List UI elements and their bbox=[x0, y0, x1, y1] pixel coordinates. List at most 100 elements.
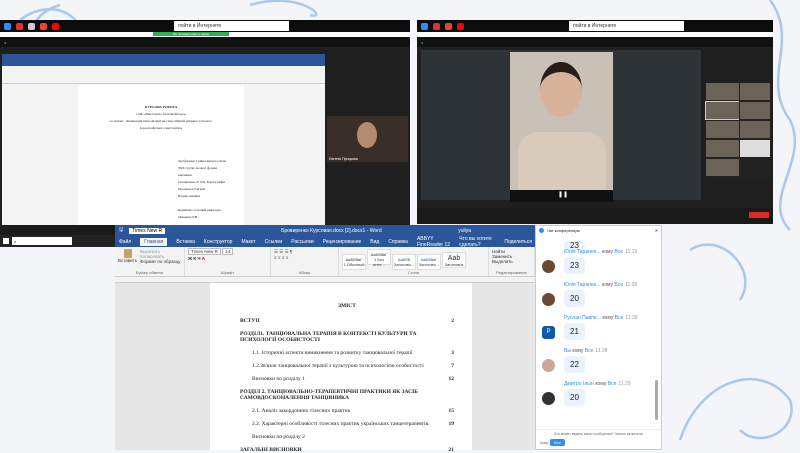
toc-entry[interactable]: 2.2. Характерні особливості тілесних пра… bbox=[240, 421, 454, 427]
paste-button[interactable]: Вставить bbox=[118, 249, 137, 264]
close-icon[interactable]: ✕ bbox=[655, 228, 658, 233]
gmail-icon bbox=[40, 22, 47, 30]
chat-bubble: 22 bbox=[564, 356, 585, 373]
toc-entry-title: 1.1. Історичні аспекти виникнення та роз… bbox=[252, 350, 413, 356]
zoom-icon bbox=[539, 228, 544, 233]
avatar: P bbox=[542, 326, 555, 339]
toc-entry[interactable]: Висновки по розділу 1 12 bbox=[240, 376, 454, 382]
format-painter-button[interactable]: Формат по образцу bbox=[140, 259, 180, 264]
chat-message: Дмитро Ільїн кому Все 11:29 20 bbox=[536, 379, 661, 412]
sender-name[interactable]: Юлія Таранен... bbox=[564, 249, 601, 255]
toc-page-number: 21 bbox=[448, 447, 455, 453]
message-time: 11:19 bbox=[625, 249, 638, 255]
share-banner: Вы просматриваете экран bbox=[153, 32, 230, 36]
toc-entry[interactable]: 2.1. Аналіз закордонних тілесних практик… bbox=[240, 408, 454, 414]
tab-layout[interactable]: Макет bbox=[241, 239, 255, 245]
toc-entry[interactable]: 1.1. Історичні аспекти виникнення та роз… bbox=[240, 350, 454, 356]
sender-name[interactable]: Руслан Павле... bbox=[564, 315, 601, 321]
font-select[interactable]: Times New R bbox=[188, 248, 221, 255]
search-input[interactable]: пойти в Интернете bbox=[569, 21, 684, 31]
avatar bbox=[542, 293, 555, 306]
toc-entry-title: ВСТУП bbox=[240, 318, 260, 324]
chat-bubble: 23 bbox=[564, 257, 585, 274]
editing-group: Найти Заменить Выделить Редактирование bbox=[489, 247, 535, 276]
avatar bbox=[542, 392, 555, 405]
word-window: 🖫 Times New R Бровиренко Курсовая.docx [… bbox=[115, 225, 535, 453]
message-time: 11:28 bbox=[625, 315, 638, 321]
share-button[interactable]: Поделиться bbox=[504, 239, 532, 245]
document-page[interactable]: ЗМІСТ ВСТУП 2 РОЗДІЛ1. ТАНЦЮВАЛЬНА ТЕРАПІЯ… bbox=[210, 283, 472, 453]
tab-review[interactable]: Рецензирование bbox=[323, 239, 362, 245]
style-title[interactable]: Ааb Заголовок bbox=[442, 252, 466, 268]
select-button[interactable]: Выделить bbox=[492, 259, 531, 264]
doc-line: за темою: «Концепція імпровізації як сам… bbox=[109, 119, 213, 123]
tab-file[interactable]: Файл bbox=[119, 239, 131, 245]
chat-bubble: 20 bbox=[564, 389, 585, 406]
window-title: Бровиренко Курсовая.docx [2].docx1 - Wor… bbox=[281, 228, 382, 234]
font-group: Times New R 14 Ж К Ч A Шрифт bbox=[185, 247, 271, 276]
toc-entry-title: РОЗДІЛ 2. ТАНЦЮВАЛЬНО-ТЕРАПЕВТИЧНІ ПРАКТ… bbox=[240, 389, 418, 401]
tab-mailings[interactable]: Рассылки bbox=[291, 239, 313, 245]
toc-entry-title: ЗАГАЛЬНІ ВИСНОВКИ bbox=[240, 447, 302, 453]
chat-visibility-note[interactable]: Кто может видеть ваши сообщения? Запись … bbox=[540, 432, 657, 436]
toc-entry-title: РОЗДІЛ1. ТАНЦЮВАЛЬНА ТЕРАПІЯ В КОНТЕКСТІ… bbox=[240, 331, 417, 343]
tab-insert[interactable]: Вставка bbox=[176, 239, 195, 245]
search-input[interactable]: пойти в Интернете bbox=[174, 21, 289, 31]
speaker-video: Євгенія Процкова bbox=[327, 116, 408, 162]
toc-page-number: 12 bbox=[448, 376, 455, 382]
style-heading2[interactable]: АаБбВвГ Заголово... bbox=[417, 254, 441, 270]
sender-name[interactable]: Дмитро Ільїн bbox=[564, 381, 594, 387]
style-heading1[interactable]: АаБбВ Заголово... bbox=[392, 254, 416, 270]
chat-title: Чат конференции bbox=[547, 228, 580, 233]
table-of-contents: ВСТУП 2 РОЗДІЛ1. ТАНЦЮВАЛЬНА ТЕРАПІЯ В КОН… bbox=[240, 318, 454, 453]
clipboard-group: Вставить Вырезать Копировать Формат по о… bbox=[115, 247, 185, 276]
end-meeting-button[interactable] bbox=[749, 212, 769, 218]
toc-entry[interactable]: Висновки по розділу 2 bbox=[240, 434, 454, 440]
shared-document-page: КУРСОВА РОБОТА з ОК «Мистецтво балетмейс… bbox=[78, 85, 244, 225]
chat-message: Вы кому Все 11:28 22 bbox=[536, 346, 661, 379]
sender-name[interactable]: Вы bbox=[564, 348, 571, 354]
speaker-name: Євгенія Процкова bbox=[329, 157, 358, 161]
toc-entry-title: Висновки по розділу 2 bbox=[252, 434, 305, 440]
toc-entry[interactable]: РОЗДІЛ1. ТАНЦЮВАЛЬНА ТЕРАПІЯ В КОНТЕКСТІ… bbox=[240, 331, 454, 343]
doc-line: з ОК «Мистецтво балетмейстера» bbox=[135, 112, 187, 116]
toc-entry[interactable]: 1.2.Зв'язок танцювальної терапії з культ… bbox=[240, 363, 454, 369]
toc-entry[interactable]: ЗАГАЛЬНІ ВИСНОВКИ 21 bbox=[240, 447, 454, 453]
tab-references[interactable]: Ссылки bbox=[265, 239, 283, 245]
presenter-video bbox=[510, 52, 613, 190]
zoom-icon bbox=[4, 22, 11, 30]
toc-page-number: 15 bbox=[448, 408, 455, 414]
tab-home[interactable]: Главная bbox=[140, 238, 168, 246]
toc-entry[interactable]: РОЗДІЛ 2. ТАНЦЮВАЛЬНО-ТЕРАПЕВТИЧНІ ПРАКТ… bbox=[240, 389, 454, 401]
tab-design[interactable]: Конструктор bbox=[204, 239, 233, 245]
tab-help[interactable]: Справка bbox=[388, 239, 408, 245]
chat-message: Юлія Таранен... кому Все 11:28 20 bbox=[536, 280, 661, 313]
message-time: 11:29 bbox=[618, 381, 631, 387]
recipient-select[interactable]: Все bbox=[550, 439, 566, 446]
taskbar: пойти в Интернете bbox=[417, 20, 773, 32]
left-zoom-screenshot: пойти в Интернете Вы просматриваете экра… bbox=[0, 20, 410, 225]
windows-icon[interactable] bbox=[3, 238, 9, 244]
video-controls[interactable]: ❚❚ bbox=[510, 190, 613, 202]
sender-name[interactable]: Юлія Таранен... bbox=[564, 282, 601, 288]
style-no-spacing[interactable]: АаБбВвГ 1 Без инте... bbox=[367, 249, 391, 267]
to-label: Кому: bbox=[540, 441, 550, 445]
chat-scrollbar[interactable] bbox=[655, 380, 658, 420]
paragraph-group: ☰ ☰ ☰ ¶ ≡ ≡ ≡ ≡ Абзац bbox=[271, 247, 339, 276]
tab-view[interactable]: Вид bbox=[370, 239, 379, 245]
youtube-icon bbox=[52, 22, 59, 30]
toc-entry[interactable]: ВСТУП 2 bbox=[240, 318, 454, 324]
chat-panel: Чат конференции ✕ 23 Юлія Таранен... кому… bbox=[535, 225, 662, 450]
message-time: 11:28 bbox=[625, 282, 638, 288]
toc-heading: ЗМІСТ bbox=[338, 303, 356, 309]
toc-entry-title: 2.2. Характерні особливості тілесних пра… bbox=[252, 421, 430, 427]
chat-message: P Руслан Павле... кому Все 11:28 21 bbox=[536, 313, 661, 346]
user-name[interactable]: yuliya bbox=[458, 228, 471, 234]
font-box[interactable]: Times New R bbox=[129, 228, 166, 234]
style-normal[interactable]: АаБбВвГ 1 Обычный bbox=[342, 254, 366, 270]
font-size-select[interactable]: 14 bbox=[222, 248, 234, 255]
toc-page-number: 19 bbox=[448, 421, 455, 427]
right-zoom-screenshot: пойти в Интернете ● ❚❚ bbox=[417, 20, 773, 224]
save-icon[interactable]: 🖫 bbox=[119, 227, 123, 235]
avatar bbox=[542, 260, 555, 273]
